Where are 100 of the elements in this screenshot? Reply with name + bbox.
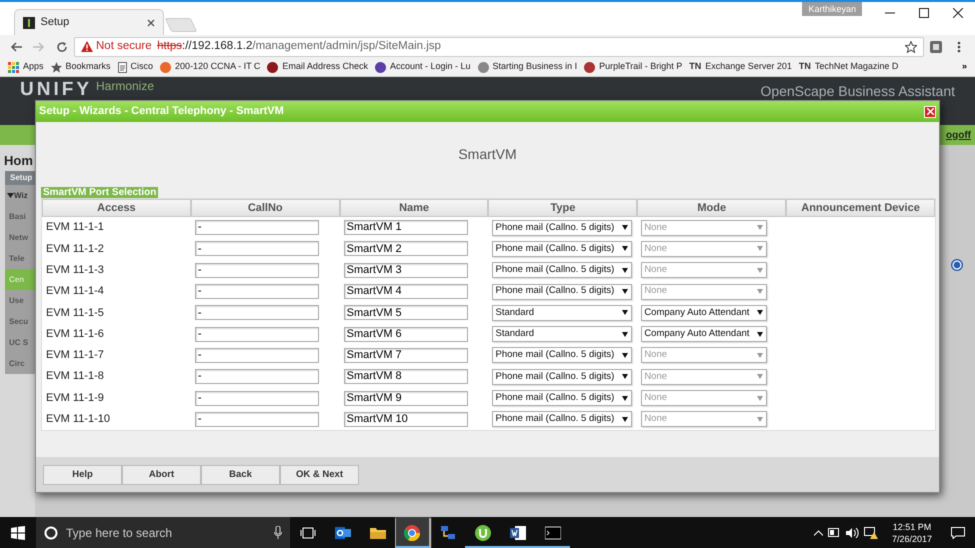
access-cell-text: EVM 11-1-8 bbox=[46, 369, 104, 384]
more-bookmarks-button[interactable]: » bbox=[962, 60, 967, 74]
mode-dropdown: None bbox=[641, 368, 768, 385]
type-dropdown[interactable]: Phone mail (Callno. 5 digits) bbox=[492, 240, 632, 257]
document-icon bbox=[510, 524, 526, 540]
name-field[interactable]: SmartVM 4 bbox=[344, 284, 468, 300]
callno-field[interactable]: - bbox=[194, 284, 319, 300]
task-view-icon bbox=[300, 526, 316, 538]
dialog-heading: SmartVM bbox=[457, 145, 518, 164]
name-field[interactable]: SmartVM 8 bbox=[344, 369, 468, 384]
name-field[interactable]: SmartVM 9 bbox=[344, 390, 468, 406]
name-field[interactable]: SmartVM 3 bbox=[344, 262, 468, 278]
mode-dropdown: None bbox=[641, 240, 768, 257]
callno-field[interactable]: - bbox=[194, 305, 319, 320]
page-icon bbox=[118, 62, 127, 72]
close-button[interactable] bbox=[924, 106, 936, 118]
close-icon bbox=[953, 8, 963, 18]
mode-dropdown[interactable]: Company Auto Attendant bbox=[641, 326, 768, 342]
callno-field[interactable]: - bbox=[194, 241, 319, 256]
battery-icon[interactable] bbox=[828, 528, 840, 537]
type-dropdown[interactable]: Phone mail (Callno. 5 digits) bbox=[492, 220, 632, 236]
type-dropdown[interactable]: Phone mail (Callno. 5 digits) bbox=[492, 390, 632, 406]
site-icon: TN bbox=[689, 60, 702, 74]
name-field[interactable]: SmartVM 2 bbox=[344, 241, 468, 256]
maximize-icon bbox=[919, 8, 929, 18]
close-icon[interactable] bbox=[147, 18, 155, 26]
microphone-icon bbox=[274, 526, 282, 539]
torrent-icon bbox=[474, 524, 490, 540]
dialog-title: Setup - Wizards - Central Telephony - SmartVM bbox=[39, 104, 284, 120]
dialog-button[interactable]: OK & Next bbox=[280, 465, 359, 485]
column-header: CallNo bbox=[190, 199, 340, 217]
star-icon bbox=[50, 62, 62, 72]
name-field[interactable]: SmartVM 10 bbox=[344, 412, 468, 427]
product-title: OpenScape Business Assistant bbox=[760, 84, 955, 99]
type-dropdown[interactable]: Phone mail (Callno. 5 digits) bbox=[492, 262, 632, 278]
notification-icon bbox=[950, 526, 964, 538]
callno-field[interactable]: - bbox=[194, 390, 319, 406]
mode-dropdown[interactable]: Company Auto Attendant bbox=[641, 304, 768, 321]
mode-dropdown: None bbox=[641, 262, 768, 278]
callno-field[interactable]: - bbox=[194, 369, 319, 384]
access-cell-text: EVM 11-1-6 bbox=[46, 326, 104, 342]
clock[interactable]: 12:51 PM 7/26/2017 bbox=[884, 520, 940, 544]
callno-field[interactable]: - bbox=[194, 412, 319, 427]
mode-dropdown: None bbox=[641, 390, 768, 406]
bookmark-link[interactable]: Bookmarks bbox=[50, 60, 111, 74]
type-dropdown[interactable]: Phone mail (Callno. 5 digits) bbox=[492, 347, 632, 364]
bookmark-link[interactable]: TN TechNet Magazine D bbox=[798, 60, 898, 74]
access-cell-text: EVM 11-1-10 bbox=[46, 412, 110, 428]
callno-field[interactable]: - bbox=[194, 348, 319, 363]
access-cell-text: EVM 11-1-3 bbox=[46, 262, 104, 278]
callno-field[interactable]: - bbox=[194, 326, 319, 342]
access-cell-text: EVM 11-1-7 bbox=[46, 348, 104, 364]
browser-tab[interactable]: Setup bbox=[14, 9, 164, 35]
bookmark-link[interactable]: Email Address Check bbox=[267, 60, 368, 74]
type-dropdown[interactable]: Phone mail (Callno. 5 digits) bbox=[492, 284, 632, 300]
access-cell-text: EVM 11-1-5 bbox=[46, 306, 104, 321]
bookmark-link[interactable]: Apps bbox=[8, 60, 44, 74]
column-header: Announcement Device bbox=[786, 199, 935, 217]
bookmark-link[interactable]: Cisco bbox=[118, 60, 154, 74]
mail-icon bbox=[334, 524, 350, 540]
sidebar-item[interactable]: Wiz bbox=[5, 185, 35, 206]
network-warning-icon[interactable] bbox=[864, 526, 878, 538]
volume-icon[interactable] bbox=[846, 528, 859, 538]
dialog-button[interactable]: Help bbox=[43, 465, 122, 485]
close-icon bbox=[926, 108, 934, 115]
menu-icon bbox=[957, 40, 961, 52]
callno-field[interactable]: - bbox=[194, 262, 319, 278]
section-title: SmartVM Port Selection bbox=[41, 187, 158, 198]
callno-field[interactable]: - bbox=[194, 220, 319, 236]
name-field[interactable]: SmartVM 6 bbox=[344, 326, 468, 342]
chevron-up-icon[interactable] bbox=[814, 530, 823, 536]
address-bar[interactable]: Not secure https://192.168.1.2/management/admin/jsp/SiteMain.jsp bbox=[74, 36, 924, 56]
bookmark-link[interactable]: Account - Login - Lu bbox=[374, 60, 471, 74]
name-field[interactable]: SmartVM 7 bbox=[344, 348, 468, 363]
star-icon[interactable] bbox=[904, 40, 916, 52]
name-field[interactable]: SmartVM 1 bbox=[344, 220, 468, 236]
back-icon bbox=[10, 40, 22, 52]
bookmark-link[interactable]: 200-120 CCNA - IT C bbox=[160, 60, 260, 74]
dialog-button[interactable]: Back bbox=[201, 465, 280, 485]
bookmark-link[interactable]: TN Exchange Server 201 bbox=[689, 60, 792, 74]
terminal-icon bbox=[544, 524, 560, 540]
bookmark-link[interactable]: Starting Business in I bbox=[478, 60, 578, 74]
security-label: Not secure bbox=[96, 38, 152, 54]
logo-tagline: Harmonize bbox=[96, 80, 154, 92]
type-dropdown[interactable]: Phone mail (Callno. 5 digits) bbox=[492, 368, 632, 385]
type-dropdown[interactable]: Phone mail (Callno. 5 digits) bbox=[492, 411, 632, 428]
dialog-button[interactable]: Abort bbox=[122, 465, 201, 485]
bookmark-link[interactable]: PurpleTrail - Bright P bbox=[584, 60, 682, 74]
mode-dropdown: None bbox=[641, 347, 768, 364]
browser-icon bbox=[404, 524, 420, 540]
mode-dropdown: None bbox=[641, 220, 768, 236]
access-cell-text: EVM 11-1-4 bbox=[46, 284, 104, 300]
site-icon bbox=[160, 62, 172, 72]
type-dropdown[interactable]: Standard bbox=[492, 326, 632, 342]
name-field[interactable]: SmartVM 5 bbox=[344, 305, 468, 320]
taskbar-app-button[interactable] bbox=[395, 517, 430, 548]
search-field[interactable]: Type here to search bbox=[36, 517, 290, 548]
column-header: Type bbox=[488, 199, 638, 217]
logoff-link[interactable]: ogoff bbox=[946, 128, 971, 142]
type-dropdown[interactable]: Standard bbox=[492, 304, 632, 321]
